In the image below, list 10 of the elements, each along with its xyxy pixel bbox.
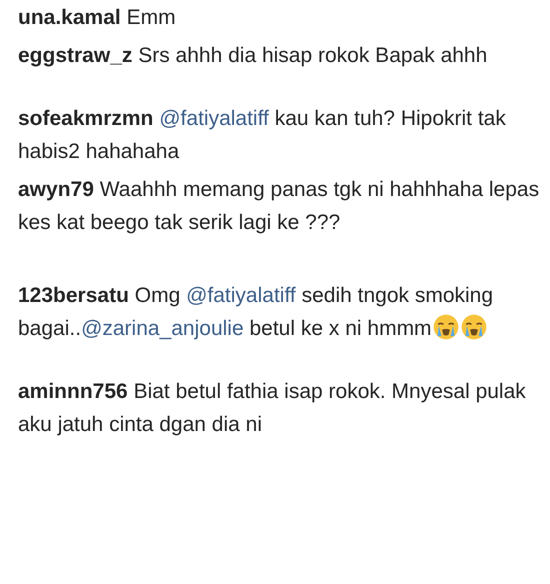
comment-text: awyn79 Waahhh memang panas tgk ni hahhhaha lepas kes kat beego tak serik lagi ke ??? — [18, 177, 540, 236]
mention-link[interactable]: @zarina_anjoulie — [81, 317, 244, 340]
mention-link[interactable]: @fatiyalatiff — [186, 284, 296, 307]
mention-link[interactable]: @fatiyalatiff — [159, 107, 269, 130]
comment-text: 123bersatu Omg @fatiyalatiff sedih tngok smoking bagai..@zarina_anjoulie betul ke x ni hmmm — [18, 283, 494, 342]
comment-text: una.kamal Emm — [18, 5, 177, 31]
crying-emoji-icon — [460, 314, 487, 340]
comment-text: eggstraw_z Srs ahhh dia hisap rokok Bapak ahhh — [18, 43, 488, 69]
comment-text: aminnn756 Biat betul fathia isap rokok. Mnyesal pulak aku jatuh cinta dgan dia ni — [18, 379, 527, 438]
crying-emoji-icon — [432, 314, 459, 340]
